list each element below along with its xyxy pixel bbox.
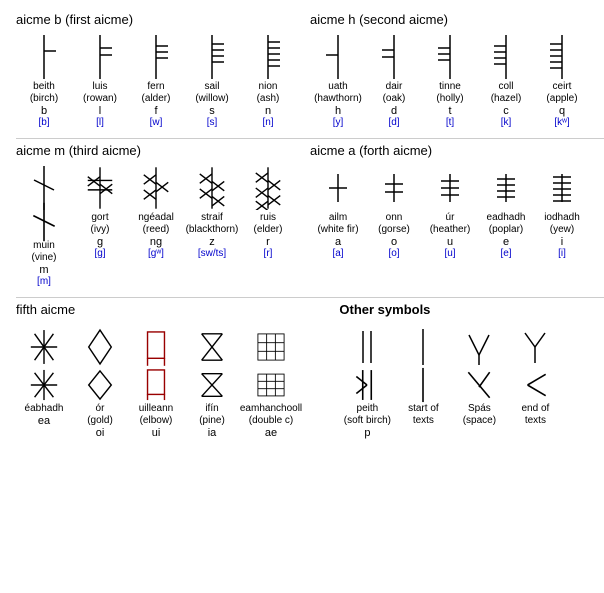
- char-beith: beith(birch) b [b]: [16, 33, 72, 128]
- char-tinne: tinne(holly) t [t]: [422, 33, 478, 128]
- char-ailm: ailm(white fir) a [a]: [310, 164, 366, 259]
- coll-symbol: [490, 33, 522, 81]
- char-or: ór(gold) oi: [72, 323, 128, 439]
- muin-symbol2: [28, 204, 60, 240]
- char-peith: peith(soft birch) p: [339, 323, 395, 439]
- aicme-m-title: aicme m (third aicme): [16, 143, 310, 158]
- char-straif: straif(blackthorn) z [sw/ts]: [184, 164, 240, 287]
- ngeadal-symbol: [140, 164, 172, 212]
- aicme-h-section: aicme h (second aicme) uath(hawthorn) h …: [310, 12, 604, 134]
- dair-symbol: [378, 33, 410, 81]
- aicme-a-grid: ailm(white fir) a [a] onn(gorse) o: [310, 162, 604, 265]
- top-sections-row: aicme b (first aicme) beith(birch) b [b]: [16, 12, 604, 134]
- ceirt-symbol: [546, 33, 578, 81]
- aicme-m-grid: muin(vine) m [m]: [16, 162, 310, 293]
- divider-2: [16, 297, 604, 298]
- end-of-texts-symbol2: [519, 367, 551, 403]
- char-eamhanchooll: eamhanchooll(double c) ae: [240, 323, 302, 439]
- char-start-of-texts: start oftexts: [395, 323, 451, 439]
- char-onn: onn(gorse) o [o]: [366, 164, 422, 259]
- or-symbol2: [84, 367, 116, 403]
- onn-symbol: [378, 164, 410, 212]
- ruis-symbol: [252, 164, 284, 212]
- ailm-symbol: [322, 164, 354, 212]
- char-dair: dair(oak) d [d]: [366, 33, 422, 128]
- char-eadhadh: eadhadh(poplar) e [e]: [478, 164, 534, 259]
- eadhadh-symbol: [490, 164, 522, 212]
- spas-symbol2: [463, 367, 495, 403]
- char-uilleann: uilleann(elbow) ui: [128, 323, 184, 439]
- other-symbols-title: Other symbols: [339, 302, 604, 317]
- aicme-a-title: aicme a (forth aicme): [310, 143, 604, 158]
- ur-symbol: [434, 164, 466, 212]
- char-ruis: ruis(elder) r [r]: [240, 164, 296, 287]
- luis-symbol: [84, 33, 116, 81]
- char-fern: fern(alder) f [w]: [128, 33, 184, 128]
- fern-symbol: [140, 33, 172, 81]
- char-sail: sail(willow) s [s]: [184, 33, 240, 128]
- char-nion: nion(ash) n [n]: [240, 33, 296, 128]
- tinne-symbol: [434, 33, 466, 81]
- sail-symbol: [196, 33, 228, 81]
- aicme-b-title: aicme b (first aicme): [16, 12, 310, 27]
- iodhadh-symbol: [546, 164, 578, 212]
- other-symbols-section: Other symbols: [339, 302, 604, 445]
- char-ur: úr(heather) u [u]: [422, 164, 478, 259]
- char-ngeadal: ngéadal(reed) ng [gʷ]: [128, 164, 184, 287]
- straif-symbol: [196, 164, 228, 212]
- peith-symbol2: [351, 367, 383, 403]
- char-ifin: ifín(pine) ia: [184, 323, 240, 439]
- aicme-h-grid: uath(hawthorn) h [y] dair(oak) d: [310, 31, 604, 134]
- other-symbols-grid: peith(soft birch) p: [339, 321, 604, 445]
- char-coll: coll(hazel) c [k]: [478, 33, 534, 128]
- char-uath: uath(hawthorn) h [y]: [310, 33, 366, 128]
- uath-symbol: [322, 33, 354, 81]
- char-spas: Spás(space): [451, 323, 507, 439]
- aicme-b-grid: beith(birch) b [b] luis(rowan) l: [16, 31, 310, 134]
- bottom-sections-row: fifth aicme: [16, 302, 604, 445]
- ifin-symbol2: [196, 367, 228, 403]
- beith-symbol: [28, 33, 60, 81]
- eabhadh-symbol2: [28, 367, 60, 403]
- aicme-m-section: aicme m (third aicme): [16, 143, 310, 293]
- fifth-aicme-section: fifth aicme: [16, 302, 339, 445]
- nion-symbol: [252, 33, 284, 81]
- gort-symbol: [84, 164, 116, 212]
- fifth-aicme-title: fifth aicme: [16, 302, 339, 317]
- char-eabhadh: éabhadh ea: [16, 323, 72, 439]
- char-luis: luis(rowan) l [l]: [72, 33, 128, 128]
- aicme-b-section: aicme b (first aicme) beith(birch) b [b]: [16, 12, 310, 134]
- start-of-texts-symbol2: [407, 367, 439, 403]
- middle-sections-row: aicme m (third aicme): [16, 143, 604, 293]
- uilleann-symbol2: [140, 367, 172, 403]
- divider-1: [16, 138, 604, 139]
- char-iodhadh: iodhadh(yew) i [i]: [534, 164, 590, 259]
- char-ceirt: ceirt(apple) q [kʷ]: [534, 33, 590, 128]
- main-container: aicme b (first aicme) beith(birch) b [b]: [8, 8, 604, 449]
- char-muin: muin(vine) m [m]: [16, 164, 72, 287]
- aicme-a-section: aicme a (forth aicme) ailm(white fir) a …: [310, 143, 604, 293]
- eamhanchooll-symbol2: [255, 367, 287, 403]
- fifth-aicme-grid: éabhadh ea ó: [16, 321, 339, 445]
- aicme-h-title: aicme h (second aicme): [310, 12, 604, 27]
- char-end-of-texts: end oftexts: [507, 323, 563, 439]
- char-gort: gort(ivy) g [g]: [72, 164, 128, 287]
